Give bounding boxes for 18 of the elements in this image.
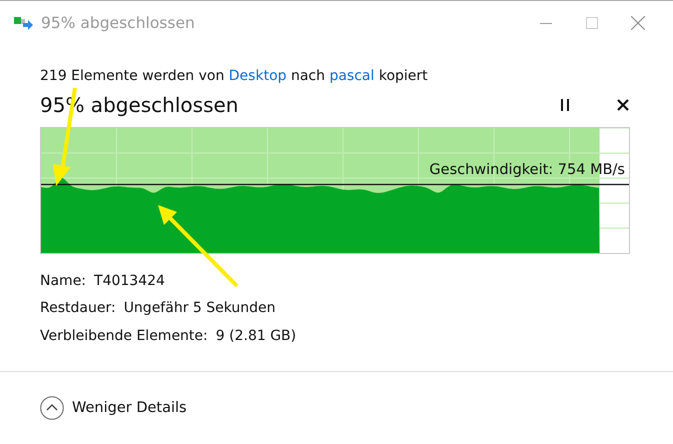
folder-link[interactable]: Desktop (228, 68, 287, 84)
window-title: 95% abgeschlossen (41, 14, 195, 32)
detail-label: Name: (40, 272, 86, 289)
copy-summary: 219 Elemente werden von Desktop nach pascal kopiert (40, 67, 429, 86)
copy-icon (14, 16, 34, 30)
folder-link[interactable]: pascal (329, 68, 374, 84)
detail-value: 9 (2.81 GB) (216, 328, 296, 344)
close-icon (631, 16, 645, 30)
maximize-icon (586, 17, 598, 29)
detail-label: Verbleibende Elemente: (40, 328, 208, 344)
detail-value: Ungefähr 5 Sekunden (124, 300, 276, 316)
speed-label: Geschwindigkeit: 754 MB/s (429, 161, 625, 179)
detail-value: T4013424 (94, 272, 165, 289)
chevron-up-icon (40, 396, 64, 420)
less-details-button[interactable]: Weniger Details (40, 396, 187, 420)
detail-label: Restdauer: (40, 300, 116, 316)
pause-icon (560, 99, 570, 111)
close-icon (617, 99, 629, 111)
